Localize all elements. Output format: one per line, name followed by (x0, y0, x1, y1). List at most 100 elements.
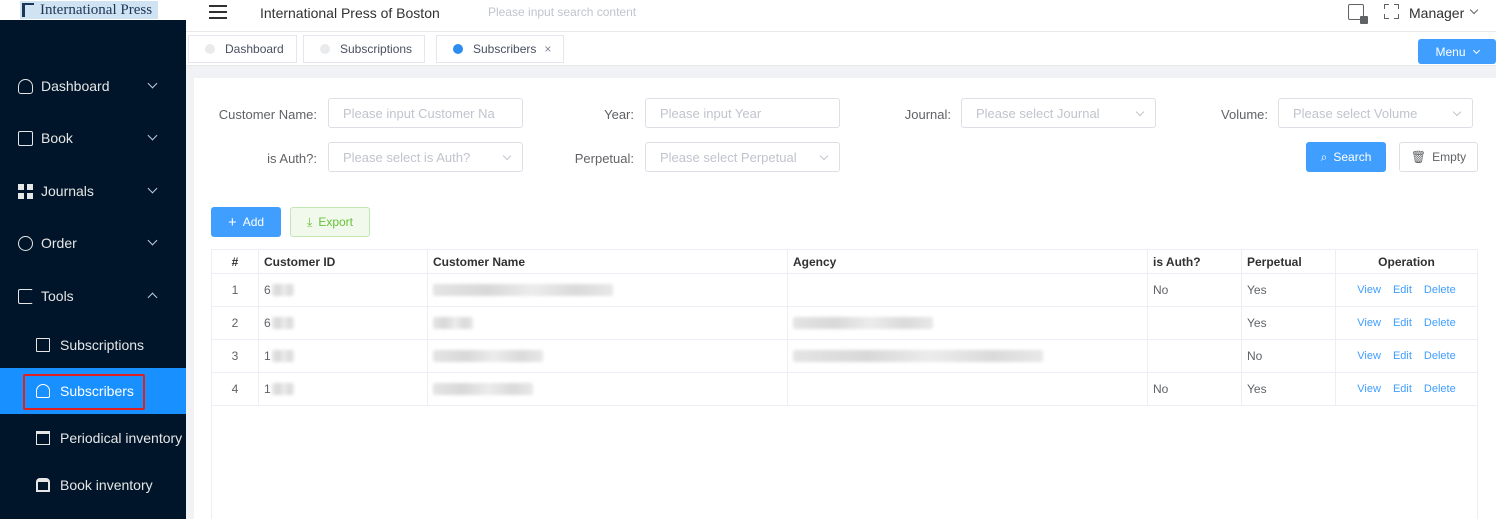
is-auth-cell: No (1148, 373, 1242, 405)
view-link[interactable]: View (1357, 317, 1381, 329)
fullscreen-icon[interactable] (1384, 4, 1399, 19)
year-input[interactable]: Please input Year (645, 98, 840, 128)
edit-link[interactable]: Edit (1393, 284, 1412, 296)
sidebar: International Press Dashboard Book Journ… (0, 0, 186, 519)
is-auth-cell (1148, 340, 1242, 372)
customer-id: 1 (264, 349, 271, 363)
search-button[interactable]: ⌕ Search (1306, 142, 1386, 172)
tags-bar: Dashboard Subscriptions Subscribers × Me… (186, 32, 1496, 66)
empty-button-label: Empty (1432, 150, 1467, 164)
customer-name-cell (428, 274, 788, 306)
perpetual-label: Perpetual: (574, 151, 634, 166)
redacted-text (433, 317, 473, 329)
sidebar-item-journals[interactable]: Journals (0, 167, 186, 215)
sidebar-subitem-book-inventory[interactable]: Book inventory (0, 462, 186, 508)
header: International Press of Boston Please inp… (186, 0, 1496, 32)
sidebar-item-dashboard[interactable]: Dashboard (0, 62, 186, 110)
sidebar-item-book[interactable]: Book (0, 114, 186, 162)
chevron-down-icon (502, 151, 512, 161)
column-header: Perpetual (1242, 250, 1336, 273)
selection-highlight (23, 374, 145, 410)
tag-subscriptions[interactable]: Subscriptions (303, 35, 426, 63)
redacted-text (433, 383, 533, 395)
export-button-label: Export (318, 215, 353, 229)
sidebar-item-tools[interactable]: Tools (0, 272, 186, 320)
edit-link[interactable]: Edit (1393, 317, 1412, 329)
redacted-text (271, 383, 294, 395)
trash-icon: 🗑 (1410, 150, 1427, 164)
agency-cell (788, 274, 1148, 306)
sidebar-item-label: Book (41, 130, 73, 146)
sidebar-subitem-subscribers[interactable]: Subscribers (0, 368, 186, 414)
view-link[interactable]: View (1357, 284, 1381, 296)
is-auth-select[interactable]: Please select is Auth? (328, 142, 523, 172)
operation-cell: View Edit Delete (1336, 274, 1477, 306)
search-button-label: Search (1333, 150, 1372, 164)
table-header-row: # Customer ID Customer Name Agency is Au… (212, 250, 1477, 274)
column-header: Customer ID (259, 250, 428, 273)
subscribers-table: # Customer ID Customer Name Agency is Au… (211, 249, 1478, 519)
journal-label: Journal: (904, 107, 951, 122)
plus-icon: + (227, 213, 237, 231)
empty-button[interactable]: 🗑 Empty (1399, 142, 1478, 172)
hamburger-menu-icon[interactable] (209, 5, 227, 19)
agency-cell (788, 307, 1148, 339)
chevron-down-icon (147, 183, 158, 194)
year-label: Year: (604, 107, 634, 122)
delete-link[interactable]: Delete (1424, 284, 1456, 296)
download-icon: ⤓ (307, 214, 313, 229)
edit-link[interactable]: Edit (1393, 350, 1412, 362)
volume-select[interactable]: Please select Volume (1278, 98, 1473, 128)
edit-link[interactable]: Edit (1393, 383, 1412, 395)
delete-link[interactable]: Delete (1424, 383, 1456, 395)
close-icon[interactable]: × (544, 42, 551, 56)
journal-select[interactable]: Please select Journal (961, 98, 1156, 128)
header-search-input[interactable]: Please input search content (488, 5, 636, 19)
tag-label: Subscriptions (340, 42, 413, 56)
user-icon (18, 78, 33, 94)
redacted-text (271, 317, 294, 329)
add-button[interactable]: + Add (211, 207, 281, 237)
perpetual-select[interactable]: Please select Perpetual (645, 142, 840, 172)
delete-link[interactable]: Delete (1424, 350, 1456, 362)
customer-name-cell (428, 307, 788, 339)
delete-link[interactable]: Delete (1424, 317, 1456, 329)
user-menu[interactable]: Manager (1409, 5, 1464, 21)
redacted-text (433, 284, 613, 296)
customer-id-cell: 1 (259, 373, 428, 405)
tag-label: Dashboard (225, 42, 284, 56)
sidebar-item-order[interactable]: Order (0, 219, 186, 267)
sidebar-subitem-periodical-inventory[interactable]: Periodical inventory (0, 415, 186, 461)
menu-button[interactable]: Menu (1418, 39, 1496, 64)
table-row: 1 6 No Yes View Edit Delete (212, 274, 1477, 307)
chevron-up-icon (147, 292, 158, 303)
table-row: 3 1 No View Edit Delete (212, 340, 1477, 373)
translate-icon[interactable] (1348, 4, 1368, 24)
row-index: 2 (212, 307, 259, 339)
operation-cell: View Edit Delete (1336, 307, 1477, 339)
journal-placeholder: Please select Journal (976, 105, 1100, 121)
export-button[interactable]: ⤓ Export (290, 207, 370, 237)
view-link[interactable]: View (1357, 383, 1381, 395)
sidebar-item-label: Order (41, 235, 77, 251)
perpetual-cell: Yes (1242, 307, 1336, 339)
sidebar-subitem-subscriptions[interactable]: Subscriptions (0, 322, 186, 368)
chevron-down-icon[interactable] (1469, 5, 1479, 15)
customer-id: 1 (264, 382, 271, 396)
tag-subscribers[interactable]: Subscribers × (436, 35, 565, 63)
agency-cell (788, 373, 1148, 405)
customer-id-cell: 1 (259, 340, 428, 372)
tag-dot-icon (320, 44, 330, 54)
view-link[interactable]: View (1357, 350, 1381, 362)
tools-icon (18, 288, 33, 304)
perpetual-cell: Yes (1242, 373, 1336, 405)
logo: International Press (0, 0, 186, 20)
customer-id-cell: 6 (259, 274, 428, 306)
sidebar-subitem-label: Book inventory (60, 477, 153, 493)
customer-name-input[interactable]: Please input Customer Na (328, 98, 523, 128)
is-auth-placeholder: Please select is Auth? (343, 149, 471, 165)
operation-cell: View Edit Delete (1336, 340, 1477, 372)
year-placeholder: Please input Year (660, 105, 762, 121)
perpetual-cell: No (1242, 340, 1336, 372)
tag-dashboard[interactable]: Dashboard (188, 35, 297, 63)
